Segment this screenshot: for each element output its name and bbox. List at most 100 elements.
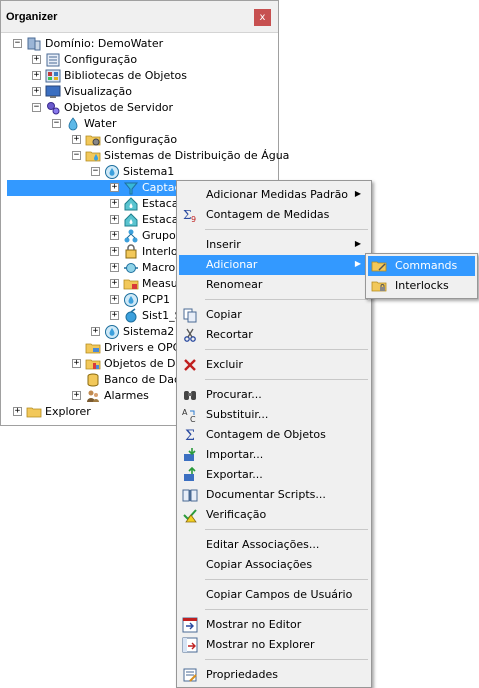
database-icon [85, 372, 101, 388]
menu-item[interactable]: Copiar [179, 305, 369, 325]
expand-icon[interactable]: + [91, 327, 100, 336]
menu-item[interactable]: Mostrar no Explorer [179, 635, 369, 655]
folder-interlocks-icon [371, 278, 387, 294]
sigma-icon: Σ [182, 427, 198, 444]
submenu-arrow-icon: ▶ [354, 189, 361, 198]
export-icon [182, 466, 198, 483]
collapse-icon[interactable]: − [32, 103, 41, 112]
tree-node[interactable]: + Bibliotecas de Objetos [1, 68, 278, 84]
menu-item[interactable]: Importar... [179, 445, 369, 465]
expand-icon[interactable]: + [32, 71, 41, 80]
tree-node-label: Sistema2 [123, 325, 175, 338]
menu-item[interactable]: Documentar Scripts... [179, 485, 369, 505]
menu-item[interactable]: Editar Associações... [179, 535, 369, 555]
drop-circle-icon [104, 324, 120, 340]
menu-item-label: Adicionar Medidas Padrão [206, 188, 349, 201]
expand-icon[interactable]: + [72, 391, 81, 400]
tree-node-label: Captac [142, 181, 181, 194]
menu-item[interactable]: Copiar Campos de Usuário [179, 585, 369, 605]
menu-item-label: Renomear [206, 278, 263, 291]
close-button[interactable]: x [254, 9, 271, 26]
expand-icon[interactable]: + [110, 247, 119, 256]
menu-item-label: Procurar... [206, 388, 262, 401]
menu-item[interactable]: Procurar... [179, 385, 369, 405]
house-drop-icon [123, 212, 139, 228]
expand-icon[interactable]: + [110, 279, 119, 288]
collapse-icon[interactable]: − [91, 167, 100, 176]
menu-item[interactable]: Copiar Associações [179, 555, 369, 575]
drop-circle-icon [104, 164, 120, 180]
tree-node-label: Alarmes [104, 389, 149, 402]
folder-gear-icon [85, 132, 101, 148]
group-icon [123, 228, 139, 244]
collapse-icon[interactable]: − [72, 151, 81, 160]
menu-item-label: Exportar... [206, 468, 263, 481]
tree-node-label: Visualização [64, 85, 132, 98]
menu-item[interactable]: Renomear [179, 275, 369, 295]
expand-icon[interactable]: + [72, 135, 81, 144]
menu-item[interactable]: A C Substituir... [179, 405, 369, 425]
submenu-adicionar: Commands Interlocks [365, 253, 478, 299]
menu-item[interactable]: Recortar [179, 325, 369, 345]
submenu-item-label: Interlocks [395, 279, 449, 292]
menu-item[interactable]: Adicionar Medidas Padrão ▶ [179, 185, 369, 205]
tree-node[interactable]: + Visualização [1, 84, 278, 100]
expand-icon[interactable]: + [110, 215, 119, 224]
folder-commands-icon [371, 258, 387, 274]
sigma-count-icon: Σ9 [182, 207, 198, 224]
menu-item-label: Adicionar [206, 258, 258, 271]
svg-text:C: C [190, 415, 196, 423]
tree-node-label: Objetos de Servidor [64, 101, 174, 114]
submenu-item[interactable]: Interlocks [368, 276, 475, 296]
expand-icon[interactable]: + [32, 87, 41, 96]
expand-icon[interactable]: + [110, 199, 119, 208]
expand-icon[interactable]: + [32, 55, 41, 64]
expand-icon[interactable]: + [110, 231, 119, 240]
expand-icon[interactable]: + [110, 295, 119, 304]
tree-node[interactable]: − Sistema1 [1, 164, 278, 180]
valve-icon [123, 308, 139, 324]
collapse-icon[interactable]: − [13, 39, 22, 48]
menu-item[interactable]: Exportar... [179, 465, 369, 485]
menu-item[interactable]: Σ 9 Contagem de Medidas [179, 205, 369, 225]
menu-separator [205, 379, 368, 380]
gears-icon [45, 100, 61, 116]
tree-node-label: Estaca [142, 213, 179, 226]
folder-data-icon [85, 356, 101, 372]
tree-node[interactable]: − Objetos de Servidor [1, 100, 278, 116]
expand-icon[interactable]: + [72, 359, 81, 368]
menu-item[interactable]: Propriedades [179, 665, 369, 685]
delete-x-icon [182, 357, 198, 373]
show-editor-icon [182, 617, 198, 633]
menu-item-label: Recortar [206, 328, 253, 341]
collapse-icon[interactable]: − [52, 119, 61, 128]
organizer-titlebar: Organizer x [1, 1, 278, 33]
folder-icon [26, 404, 42, 420]
menu-item[interactable]: Excluir [179, 355, 369, 375]
folder-driver-icon [85, 340, 101, 356]
properties-icon [182, 667, 198, 683]
submenu-item[interactable]: Commands [368, 256, 475, 276]
menu-separator [205, 299, 368, 300]
tree-node-label: Configuração [64, 53, 138, 66]
library-icon [45, 68, 61, 84]
menu-item[interactable]: Mostrar no Editor [179, 615, 369, 635]
menu-item[interactable]: Verificação [179, 505, 369, 525]
tree-node[interactable]: − Domínio: DemoWater [1, 36, 278, 52]
menu-item[interactable]: Σ Contagem de Objetos [179, 425, 369, 445]
config-icon [45, 52, 61, 68]
tree-node[interactable]: − Water [1, 116, 278, 132]
menu-item[interactable]: Adicionar ▶ [179, 255, 369, 275]
expand-icon[interactable]: + [13, 407, 22, 416]
expand-icon[interactable]: + [110, 183, 119, 192]
tree-node[interactable]: + Configuração [1, 52, 278, 68]
submenu-item-label: Commands [395, 259, 458, 272]
water-drop-icon [65, 116, 81, 132]
menu-item[interactable]: Inserir ▶ [179, 235, 369, 255]
menu-item-label: Substituir... [206, 408, 269, 421]
tree-node[interactable]: − Sistemas de Distribuição de Água [1, 148, 289, 164]
tree-node[interactable]: + Configuração [1, 132, 278, 148]
expand-icon[interactable]: + [110, 311, 119, 320]
expand-icon[interactable]: + [110, 263, 119, 272]
menu-item-label: Excluir [206, 358, 243, 371]
